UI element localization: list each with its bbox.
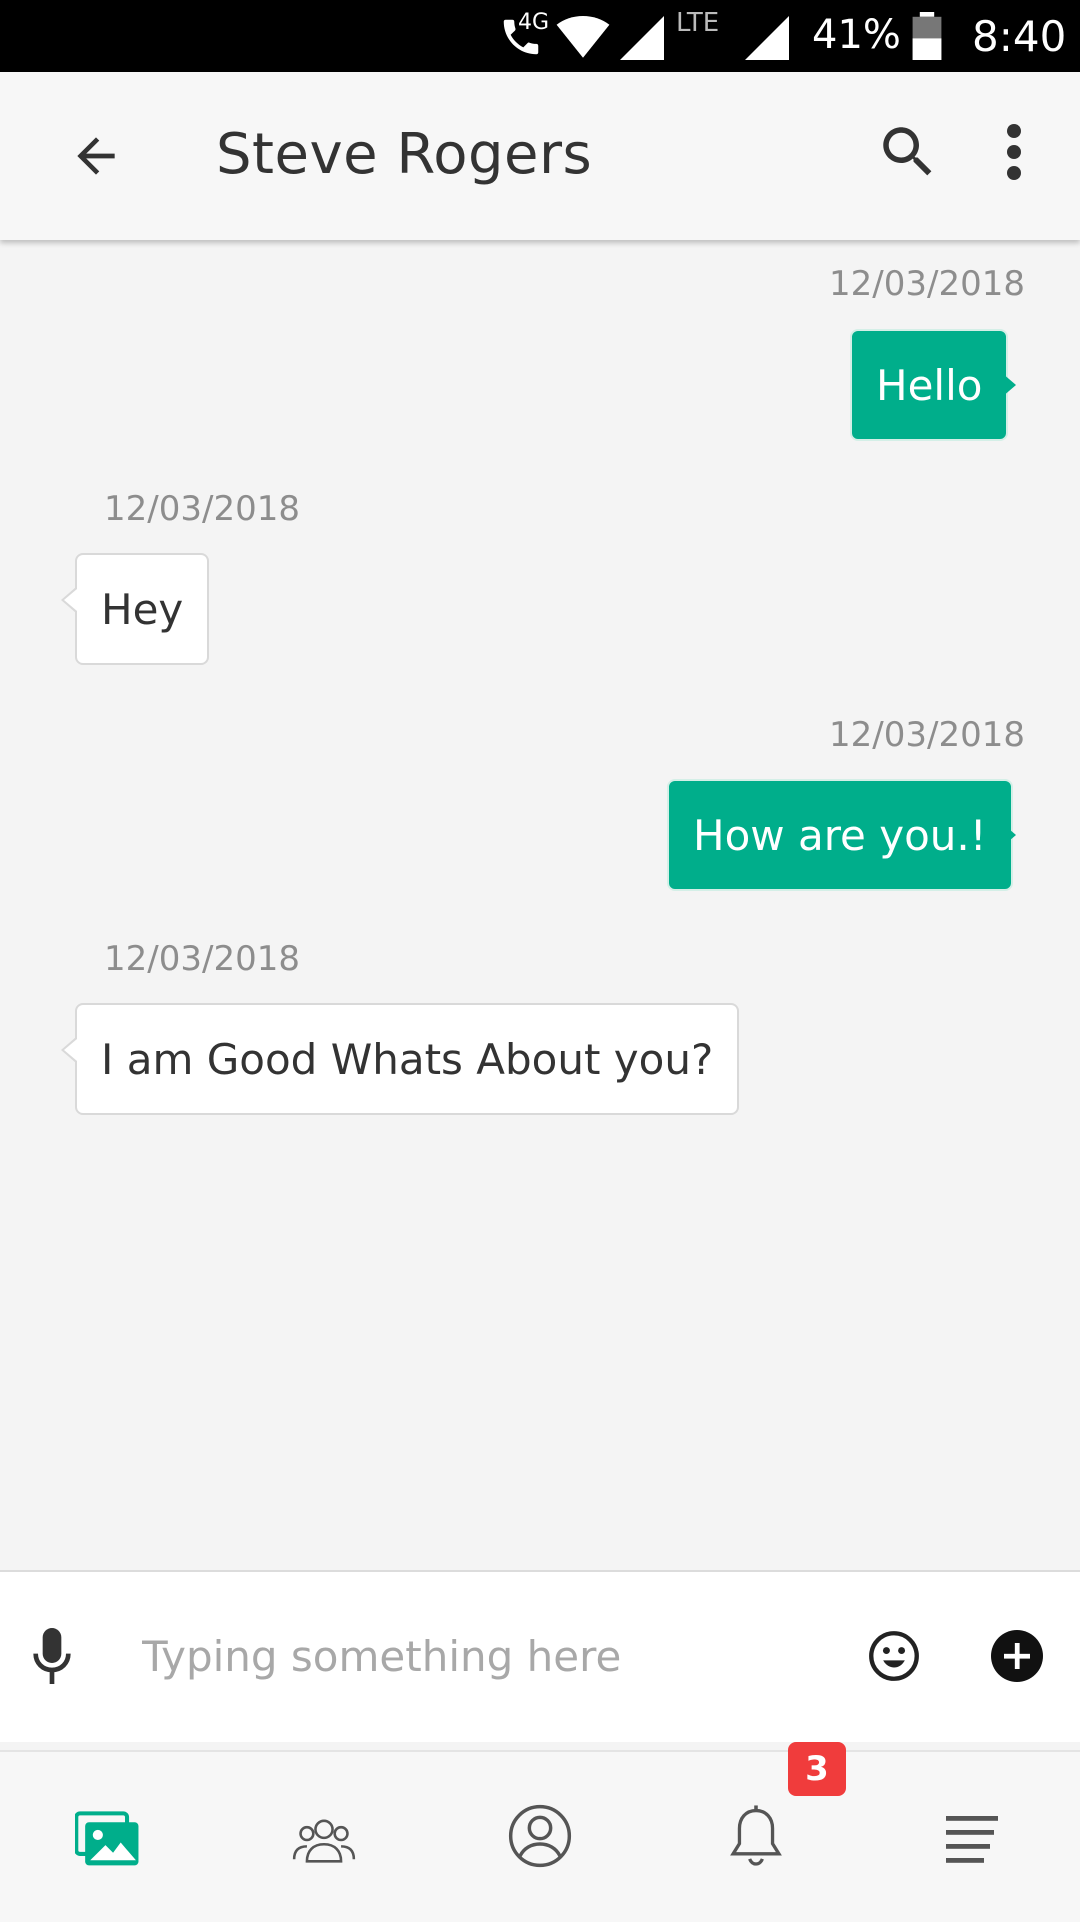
message-bubble-incoming[interactable]: I am Good Whats About you? (75, 1003, 740, 1115)
message-input[interactable] (140, 1620, 844, 1692)
plus-circle-icon (991, 1630, 1043, 1682)
notifications-icon (730, 1805, 782, 1866)
nav-profile[interactable] (500, 1796, 580, 1876)
menu-icon (946, 1816, 998, 1863)
back-button[interactable] (56, 116, 136, 196)
profile-icon (508, 1804, 572, 1868)
app-bar: Steve Rogers (0, 72, 1080, 240)
bubble-tail (1002, 373, 1016, 397)
status-bar: 4G LTE 41% 8:40 (0, 0, 1080, 72)
battery-icon (912, 12, 942, 60)
more-options-button[interactable] (990, 112, 1038, 192)
message-bubble-incoming[interactable]: Hey (75, 553, 210, 665)
message-timestamp: 12/03/2018 (829, 715, 1025, 755)
bubble-tail (1002, 823, 1016, 847)
message-text: I am Good Whats About you? (101, 1034, 714, 1084)
gallery-icon (75, 1811, 139, 1866)
signal-icon (620, 16, 664, 60)
lte-label: LTE (676, 8, 720, 38)
more-vertical-icon (1007, 124, 1021, 180)
message-text: Hey (101, 584, 184, 634)
nav-gallery[interactable] (68, 1800, 148, 1880)
arrow-left-icon (77, 137, 115, 175)
notification-badge: 3 (788, 1742, 846, 1796)
message-text: How are you.! (693, 810, 987, 860)
search-button[interactable] (868, 112, 948, 192)
add-attachment-button[interactable] (984, 1616, 1050, 1696)
wifi-icon (556, 16, 610, 58)
network-type: 4G (518, 10, 550, 35)
bubble-tail-fill (64, 1039, 77, 1061)
message-timestamp: 12/03/2018 (829, 264, 1025, 304)
message-timestamp: 12/03/2018 (104, 939, 300, 979)
clock: 8:40 (972, 12, 1067, 61)
nav-menu[interactable] (932, 1800, 1012, 1880)
conversation-title: Steve Rogers (216, 122, 593, 187)
emoji-button[interactable] (862, 1616, 926, 1696)
smiley-icon (869, 1631, 919, 1681)
microphone-icon (33, 1628, 71, 1684)
message-bubble-outgoing[interactable]: How are you.! (667, 779, 1013, 891)
message-bubble-outgoing[interactable]: Hello (850, 329, 1009, 441)
message-text: Hello (876, 360, 983, 410)
signal-icon-2 (745, 16, 789, 60)
nav-notifications[interactable] (716, 1796, 796, 1876)
search-icon (883, 127, 932, 176)
battery-percent: 41% (812, 12, 901, 58)
message-composer (0, 1570, 1080, 1742)
nav-groups[interactable] (284, 1800, 364, 1880)
voice-input-button[interactable] (18, 1616, 86, 1696)
bottom-navigation: 3 (0, 1742, 1080, 1922)
groups-icon (292, 1819, 356, 1863)
message-timestamp: 12/03/2018 (104, 489, 300, 529)
bubble-tail-fill (64, 589, 77, 611)
